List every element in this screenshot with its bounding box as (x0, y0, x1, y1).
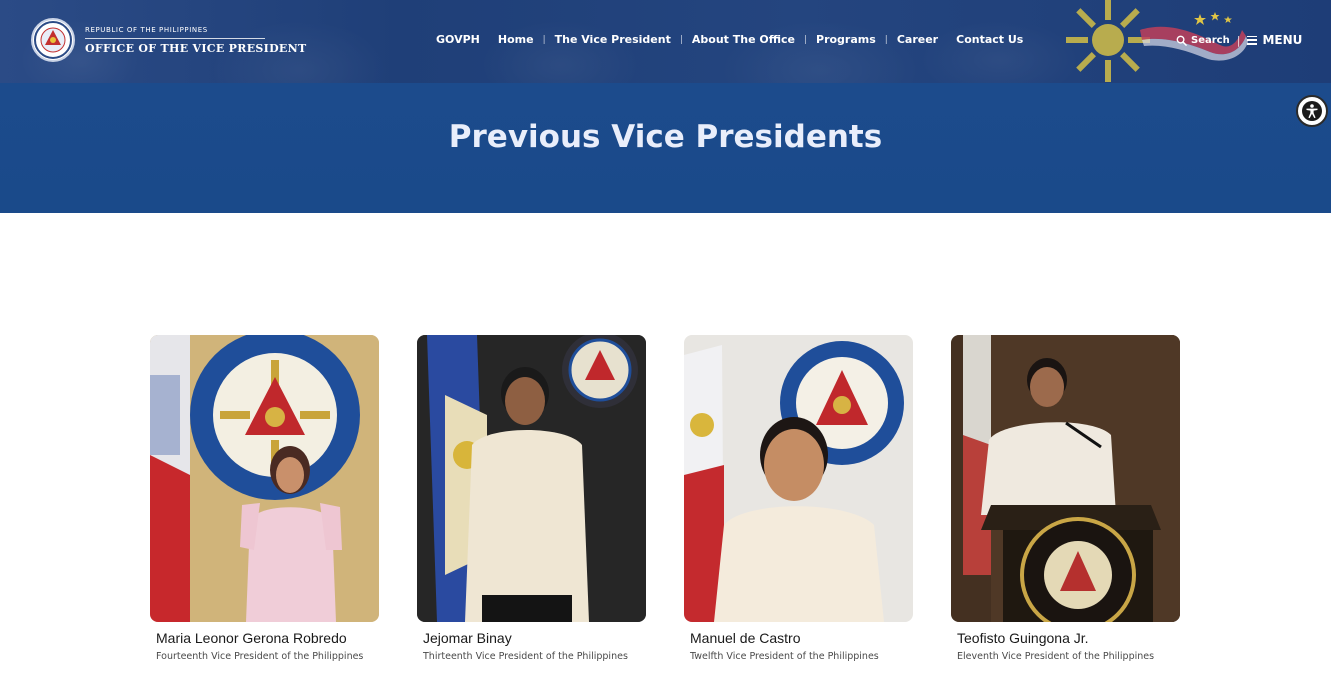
vp-name[interactable]: Teofisto Guingona Jr. (951, 630, 1180, 646)
vp-card[interactable]: Maria Leonor Gerona Robredo Fourteenth V… (150, 335, 379, 662)
page-banner: Previous Vice Presidents (0, 83, 1331, 213)
vp-role: Thirteenth Vice President of the Philipp… (423, 651, 628, 662)
vp-role: Fourteenth Vice President of the Philipp… (156, 651, 364, 662)
site-logo[interactable]: REPUBLIC OF THE PHILIPPINES OFFICE OF TH… (31, 18, 306, 62)
accessibility-icon (1302, 101, 1322, 121)
vp-portrait (417, 335, 646, 622)
search-label: Search (1191, 34, 1230, 46)
vp-portrait (684, 335, 913, 622)
vp-name[interactable]: Manuel de Castro (684, 630, 913, 646)
vp-role: Twelfth Vice President of the Philippine… (690, 651, 879, 662)
nav-separator: | (542, 34, 546, 45)
nav-programs[interactable]: Programs (810, 33, 882, 46)
menu-button[interactable]: MENU (1247, 33, 1302, 47)
vp-portrait (951, 335, 1180, 622)
vp-card[interactable]: Teofisto Guingona Jr. Eleventh Vice Pres… (951, 335, 1180, 662)
vp-card[interactable]: Jejomar Binay Thirteenth Vice President … (417, 335, 646, 662)
nav-the-vice-president[interactable]: The Vice President (549, 33, 677, 46)
ovp-seal-logo (31, 18, 75, 62)
nav-separator: | (803, 34, 808, 45)
vp-portrait (150, 335, 379, 622)
nav-separator: | (679, 34, 683, 45)
nav-about-the-office[interactable]: About The Office (686, 33, 801, 46)
nav-govph[interactable]: GOVPH (430, 33, 486, 46)
nav-separator: | (884, 34, 888, 45)
accessibility-button[interactable] (1296, 95, 1328, 127)
nav-contact-us[interactable]: Contact Us (950, 33, 1029, 46)
vp-name[interactable]: Maria Leonor Gerona Robredo (150, 630, 379, 646)
brand-title: OFFICE OF THE VICE PRESIDENT (85, 41, 307, 55)
vp-name[interactable]: Jejomar Binay (417, 630, 646, 646)
brand-subtitle: REPUBLIC OF THE PHILIPPINES (85, 26, 265, 39)
vp-role: Eleventh Vice President of the Philippin… (957, 651, 1155, 662)
page-title: Previous Vice Presidents (448, 119, 883, 155)
nav-home[interactable]: Home (492, 33, 540, 46)
main-nav: GOVPH Home | The Vice President | About … (430, 33, 1029, 46)
vp-card[interactable]: Manuel de Castro Twelfth Vice President … (684, 335, 913, 662)
site-header: REPUBLIC OF THE PHILIPPINES OFFICE OF TH… (0, 0, 1331, 83)
tool-separator: | (1236, 33, 1241, 47)
search-icon (1176, 35, 1187, 46)
hamburger-icon (1247, 35, 1258, 45)
search-button[interactable]: Search (1176, 35, 1230, 46)
menu-label: MENU (1262, 33, 1303, 47)
nav-career[interactable]: Career (891, 33, 944, 46)
